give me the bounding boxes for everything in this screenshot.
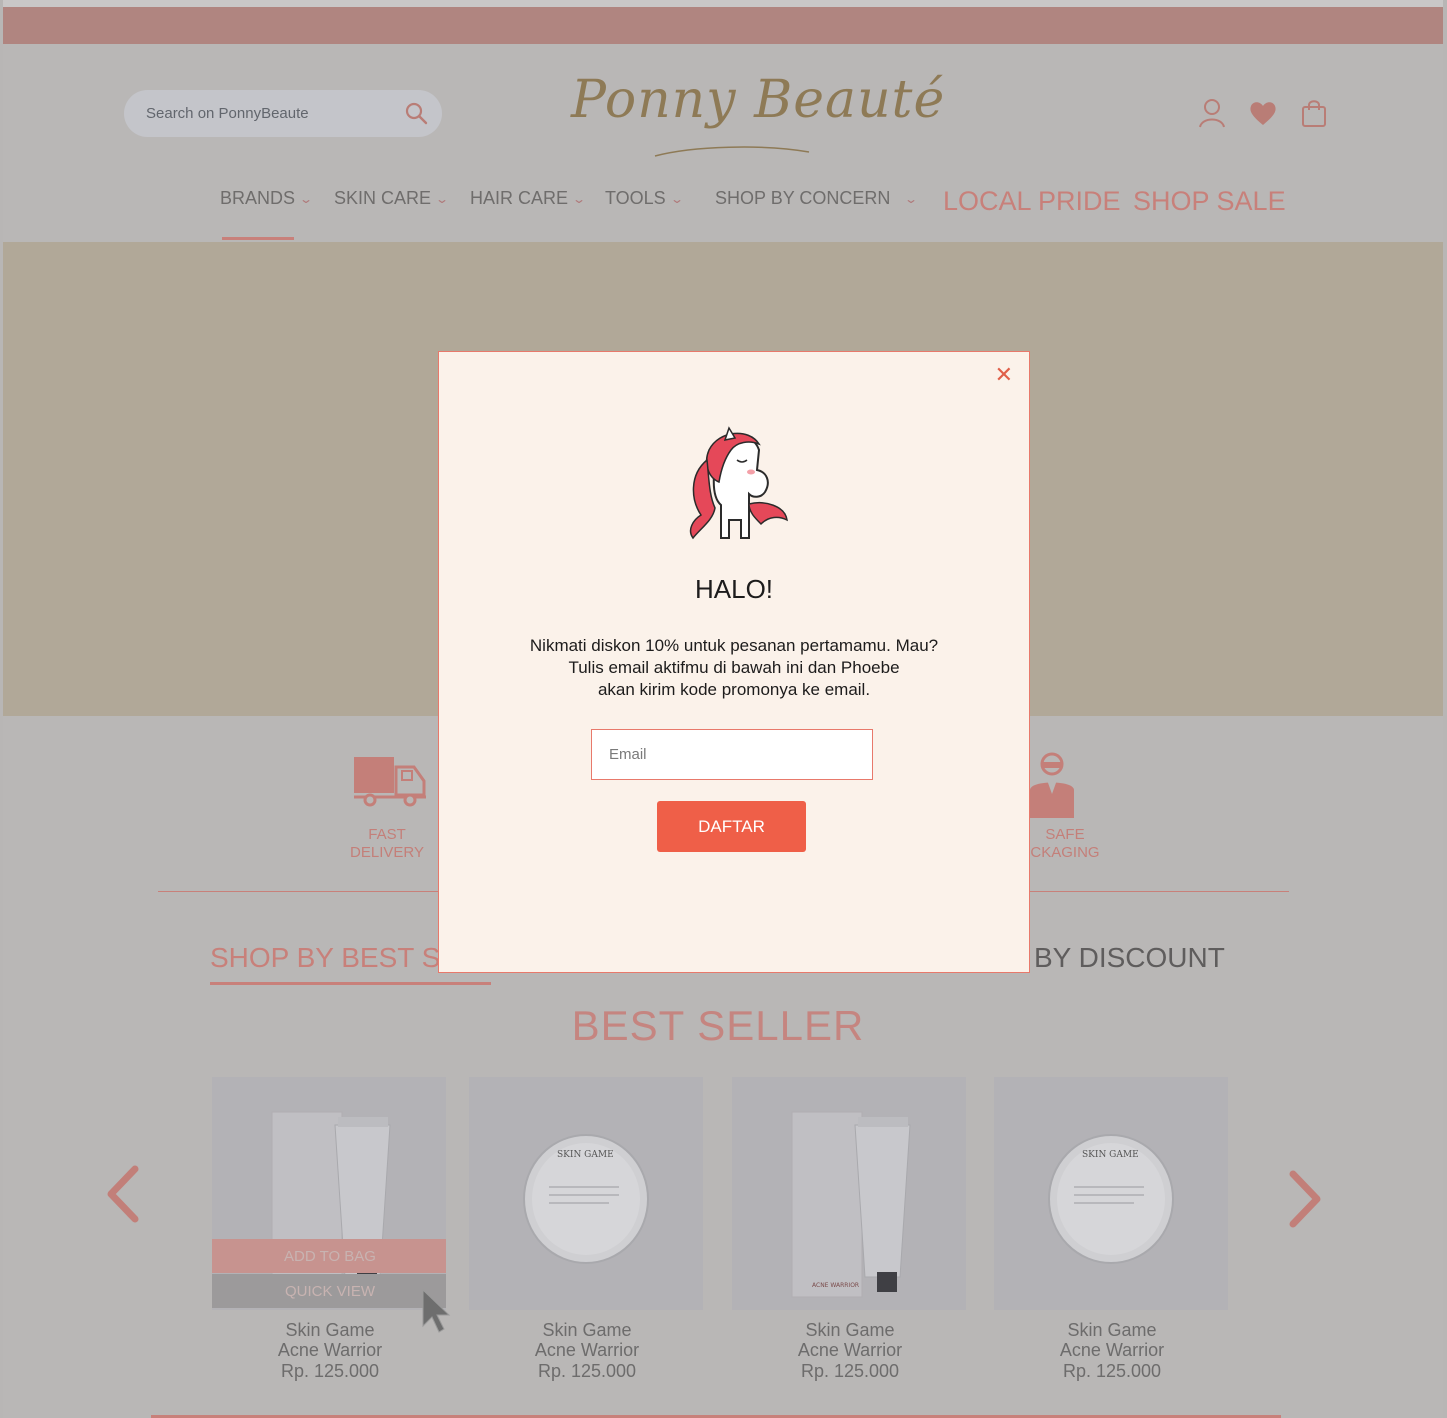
- product-card[interactable]: ACNE WARRIOR Skin Game Acne Warrior Rp. …: [732, 1077, 968, 1382]
- tab-active-indicator: [210, 982, 491, 985]
- modal-title: HALO!: [694, 574, 774, 604]
- product-card[interactable]: ADD TO BAG QUICK VIEW Skin Game Acne War…: [212, 1077, 448, 1382]
- nav-item-shop-by-concern[interactable]: SHOP BY CONCERN ⌄: [715, 188, 919, 209]
- search-bar[interactable]: Search on PonnyBeaute: [124, 90, 442, 137]
- product-name-line: Acne Warrior: [797, 1340, 903, 1360]
- product-price: Rp. 125.000: [800, 1361, 900, 1381]
- product-name: Skin Game Acne Warrior: [212, 1320, 448, 1360]
- modal-body-line: Nikmati diskon 10% untuk pesanan pertama…: [529, 636, 939, 655]
- product-name-line: Skin Game: [285, 1320, 375, 1340]
- product-name-line: Acne Warrior: [534, 1340, 640, 1360]
- modal-body-line: akan kirim kode promonya ke email.: [597, 680, 871, 699]
- chevron-right-icon[interactable]: [1285, 1170, 1325, 1228]
- product-name-line: Acne Warrior: [277, 1340, 383, 1360]
- chevron-down-icon: ⌄: [435, 191, 450, 206]
- chevron-down-icon: ⌄: [669, 191, 684, 206]
- product-name-line: Skin Game: [542, 1320, 632, 1340]
- top-strip: [3, 0, 1443, 7]
- feature-safe-packaging: SAFE CKAGING: [1025, 826, 1105, 862]
- product-jar-illustration: SKIN GAME: [1048, 1134, 1174, 1264]
- product-name: Skin Game Acne Warrior: [994, 1320, 1230, 1360]
- nav-item-skin-care[interactable]: SKIN CARE ⌄: [334, 188, 450, 209]
- search-icon[interactable]: [404, 101, 428, 125]
- product-price: Rp. 125.000: [1062, 1361, 1162, 1381]
- unicorn-mascot: [689, 426, 788, 540]
- nav-item-label: SKIN CARE: [334, 188, 432, 208]
- feature-line: SAFE: [1045, 826, 1085, 843]
- product-name: Skin Game Acne Warrior: [732, 1320, 968, 1360]
- logo[interactable]: Ponny Beauté: [563, 62, 944, 162]
- email-field[interactable]: [591, 729, 873, 780]
- nav-item-shop-sale[interactable]: SHOP SALE: [1133, 186, 1286, 217]
- heart-icon[interactable]: [1248, 97, 1278, 129]
- jar-label-text: SKIN GAME: [1082, 1150, 1139, 1160]
- newsletter-modal: ✕ HALO! Nikmati diskon 10% untuk pesanan…: [438, 351, 1030, 973]
- nav-item-brands[interactable]: BRANDS ⌄: [220, 188, 314, 209]
- product-image-jar[interactable]: SKIN GAME: [994, 1077, 1228, 1310]
- nav-item-label: TOOLS: [605, 188, 666, 208]
- quick-view-button[interactable]: QUICK VIEW: [212, 1274, 446, 1308]
- logo-text: Ponny Beauté: [571, 70, 946, 130]
- search-input[interactable]: Search on PonnyBeaute: [146, 105, 309, 122]
- nav-item-tools[interactable]: TOOLS ⌄: [605, 188, 684, 209]
- feature-fast-delivery: FAST DELIVERY: [346, 826, 428, 862]
- product-image-tube[interactable]: ACNE WARRIOR: [732, 1077, 966, 1310]
- feature-line: FAST: [368, 826, 406, 843]
- nav-active-indicator: [222, 237, 294, 240]
- product-image-jar[interactable]: SKIN GAME: [469, 1077, 703, 1310]
- nav-item-local-pride[interactable]: LOCAL PRIDE: [943, 186, 1121, 217]
- nav-item-label: HAIR CARE: [470, 188, 569, 208]
- modal-body: Nikmati diskon 10% untuk pesanan pertama…: [439, 635, 1029, 701]
- close-icon[interactable]: ✕: [995, 362, 1013, 388]
- chevron-down-icon: ⌄: [904, 191, 919, 206]
- logo-flourish: [654, 146, 810, 157]
- nav-item-hair-care[interactable]: HAIR CARE ⌄: [470, 188, 587, 209]
- product-jar-illustration: SKIN GAME: [523, 1134, 649, 1264]
- chevron-down-icon: ⌄: [299, 191, 314, 206]
- product-tube-illustration: ACNE WARRIOR: [791, 1111, 911, 1298]
- delivery-truck-icon: [354, 757, 426, 807]
- nav-item-label: SHOP BY CONCERN: [715, 188, 891, 208]
- tab-discount[interactable]: BY DISCOUNT: [1034, 942, 1225, 974]
- modal-body-line: Tulis email aktifmu di bawah ini dan Pho…: [568, 658, 900, 677]
- product-card[interactable]: SKIN GAME Skin Game Acne Warrior Rp. 125…: [469, 1077, 705, 1382]
- feature-line: DELIVERY: [350, 844, 424, 861]
- product-name-line: Skin Game: [1067, 1320, 1157, 1340]
- product-price: Rp. 125.000: [280, 1361, 380, 1381]
- feature-line: CKAGING: [1030, 844, 1100, 861]
- best-seller-title: BEST SELLER: [571, 1002, 865, 1049]
- nav-item-label: BRANDS: [220, 188, 296, 208]
- daftar-button[interactable]: DAFTAR: [657, 801, 806, 852]
- courier-icon: [1030, 752, 1074, 818]
- product-name-line: Skin Game: [805, 1320, 895, 1340]
- tube-label-text: ACNE WARRIOR: [812, 1282, 859, 1289]
- promo-bar: [3, 7, 1443, 44]
- product-card[interactable]: SKIN GAME Skin Game Acne Warrior Rp. 125…: [994, 1077, 1230, 1382]
- jar-label-text: SKIN GAME: [557, 1150, 614, 1160]
- user-icon[interactable]: [1197, 97, 1227, 129]
- cursor-icon: [422, 1288, 451, 1333]
- chevron-left-icon[interactable]: [103, 1165, 143, 1223]
- product-price: Rp. 125.000: [537, 1361, 637, 1381]
- shopping-bag-icon[interactable]: [1299, 97, 1329, 129]
- add-to-bag-button[interactable]: ADD TO BAG: [212, 1239, 446, 1273]
- product-image-tube[interactable]: ADD TO BAG QUICK VIEW: [212, 1077, 446, 1310]
- product-name-line: Acne Warrior: [1059, 1340, 1165, 1360]
- product-name: Skin Game Acne Warrior: [469, 1320, 705, 1360]
- chevron-down-icon: ⌄: [572, 191, 587, 206]
